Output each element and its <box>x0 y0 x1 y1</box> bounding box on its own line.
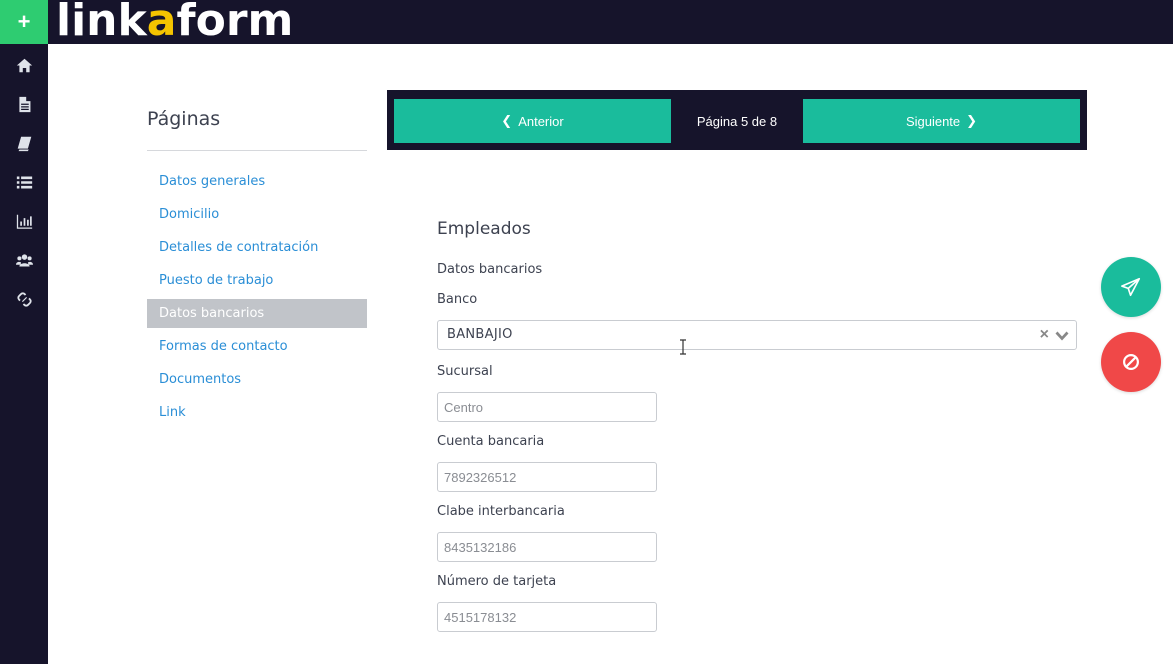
page-item-detalles-contratacion[interactable]: Detalles de contratación <box>147 231 367 264</box>
sucursal-input[interactable] <box>437 392 657 422</box>
numero-tarjeta-label: Número de tarjeta <box>437 574 557 589</box>
logo-text-form: form <box>176 0 294 46</box>
previous-label: Anterior <box>518 113 564 129</box>
home-icon[interactable] <box>0 46 48 85</box>
text-cursor-icon <box>680 339 686 355</box>
page-item-puesto-trabajo[interactable]: Puesto de trabajo <box>147 264 367 297</box>
cancel-button[interactable] <box>1101 332 1161 392</box>
send-button[interactable] <box>1101 257 1161 317</box>
next-page-button[interactable]: Siguiente ❯ <box>803 99 1080 143</box>
plus-icon: + <box>17 9 31 34</box>
clabe-interbancaria-input[interactable] <box>437 532 657 562</box>
book-icon[interactable] <box>0 124 48 163</box>
next-label: Siguiente <box>905 113 961 129</box>
page-item-formas-contacto[interactable]: Formas de contacto <box>147 330 367 363</box>
logo-text-accent: a <box>146 0 177 46</box>
chevron-down-icon[interactable] <box>1054 327 1070 343</box>
logo-text-link: link <box>56 0 147 46</box>
linkaform-logo[interactable]: linkaform <box>56 0 293 44</box>
users-icon[interactable] <box>0 241 48 280</box>
banco-select[interactable]: BANBAJIO × <box>437 320 1077 350</box>
section-subtitle: Datos bancarios <box>437 262 543 277</box>
page-item-documentos[interactable]: Documentos <box>147 363 367 396</box>
ban-icon <box>1123 354 1139 370</box>
pages-divider <box>147 150 367 151</box>
previous-page-button[interactable]: ❮ Anterior <box>394 99 671 143</box>
chevron-right-icon: ❯ <box>966 113 978 128</box>
link-icon[interactable] <box>0 280 48 319</box>
clear-icon[interactable]: × <box>1040 326 1049 344</box>
pages-list: Datos generales Domicilio Detalles de co… <box>147 165 367 429</box>
icon-sidebar <box>0 44 48 664</box>
list-icon[interactable] <box>0 163 48 202</box>
numero-tarjeta-input[interactable] <box>437 602 657 632</box>
page-item-domicilio[interactable]: Domicilio <box>147 198 367 231</box>
page-indicator: Página 5 de 8 <box>696 113 778 129</box>
file-icon[interactable] <box>0 85 48 124</box>
paper-plane-icon <box>1121 277 1141 297</box>
page-item-datos-generales[interactable]: Datos generales <box>147 165 367 198</box>
page-item-datos-bancarios[interactable]: Datos bancarios <box>147 299 367 328</box>
sucursal-label: Sucursal <box>437 364 493 379</box>
banco-label: Banco <box>437 292 478 307</box>
cuenta-bancaria-label: Cuenta bancaria <box>437 434 545 449</box>
banco-selected-value: BANBAJIO <box>447 327 513 342</box>
page-navigator: ❮ Anterior Página 5 de 8 Siguiente ❯ <box>387 90 1087 150</box>
bar-chart-icon[interactable] <box>0 202 48 241</box>
cuenta-bancaria-input[interactable] <box>437 462 657 492</box>
add-button[interactable]: + <box>0 0 48 44</box>
form-title: Empleados <box>437 219 531 239</box>
pages-title: Páginas <box>147 108 221 130</box>
chevron-left-icon: ❮ <box>501 113 513 128</box>
page-item-link[interactable]: Link <box>147 396 367 429</box>
clabe-interbancaria-label: Clabe interbancaria <box>437 504 565 519</box>
